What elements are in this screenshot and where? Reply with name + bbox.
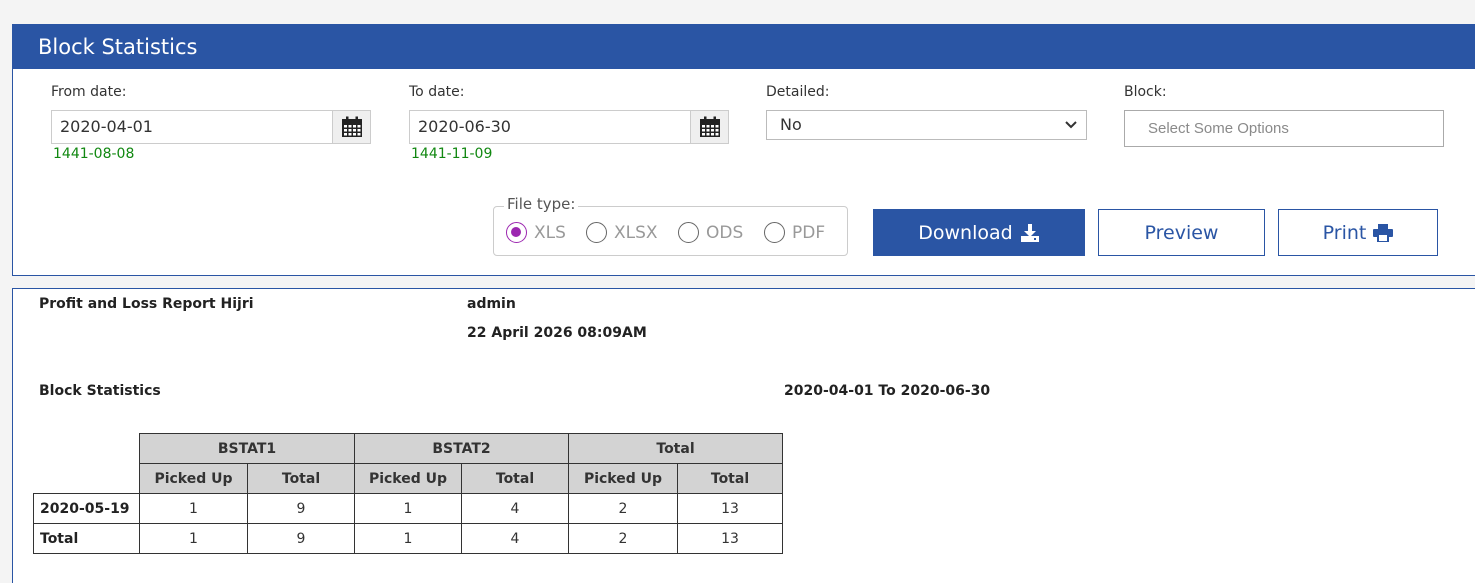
table-subheader: Total [461, 463, 569, 494]
to-date-input[interactable]: 2020-06-30 [409, 110, 729, 144]
table-cell: 2 [568, 493, 678, 524]
download-label: Download [918, 221, 1013, 244]
calendar-icon [699, 116, 720, 137]
block-label: Block: [1124, 84, 1167, 100]
file-type-ods-label: ODS [706, 222, 744, 243]
table-subheader: Total [677, 463, 783, 494]
report-generated-at: 22 April 2026 08:09AM [467, 325, 647, 341]
table-subheader: Total [247, 463, 355, 494]
print-label: Print [1322, 221, 1367, 244]
to-date-value: 2020-06-30 [418, 117, 511, 136]
filter-panel: Block Statistics From date: 2020-04-01 1… [12, 24, 1475, 276]
from-date-calendar-button[interactable] [332, 111, 370, 143]
radio-unchecked-icon [764, 222, 785, 243]
table-row-label: Total [33, 523, 140, 554]
report-date-range: 2020-04-01 To 2020-06-30 [784, 383, 991, 399]
table-cell: 2 [568, 523, 678, 554]
radio-unchecked-icon [678, 222, 699, 243]
chevron-down-icon [1065, 121, 1077, 129]
printer-icon [1373, 223, 1394, 242]
to-date-label: To date: [409, 84, 465, 100]
table-cell: 1 [354, 493, 462, 524]
table-group-header-row: BSTAT1 BSTAT2 Total [33, 433, 783, 464]
table-row-label: 2020-05-19 [33, 493, 140, 524]
report-name: Profit and Loss Report Hijri [39, 296, 254, 312]
to-date-calendar-button[interactable] [690, 111, 728, 143]
from-date-hijri: 1441-08-08 [53, 146, 135, 162]
table-cell: 9 [247, 523, 355, 554]
table-total-row: Total 1 9 1 4 2 13 [33, 523, 783, 554]
table-subheader: Picked Up [568, 463, 678, 494]
detailed-label: Detailed: [766, 84, 830, 100]
block-placeholder: Select Some Options [1148, 120, 1289, 137]
detailed-value: No [780, 115, 802, 134]
file-type-pdf-radio[interactable]: PDF [764, 222, 825, 243]
preview-label: Preview [1144, 221, 1219, 244]
calendar-icon [341, 116, 362, 137]
table-cell: 13 [677, 523, 783, 554]
preview-button[interactable]: Preview [1098, 209, 1265, 256]
table-row: 2020-05-19 1 9 1 4 2 13 [33, 493, 783, 524]
file-type-ods-radio[interactable]: ODS [678, 222, 743, 243]
table-subheader-row: Picked Up Total Picked Up Total Picked U… [33, 463, 783, 494]
table-cell: 13 [677, 493, 783, 524]
table-cell: 9 [247, 493, 355, 524]
from-date-value: 2020-04-01 [60, 117, 153, 136]
from-date-input[interactable]: 2020-04-01 [51, 110, 371, 144]
file-type-pdf-label: PDF [792, 222, 826, 243]
table-cell: 1 [139, 493, 248, 524]
file-type-legend: File type: [504, 195, 579, 213]
to-date-hijri: 1441-11-09 [411, 146, 493, 162]
file-type-xlsx-label: XLSX [614, 222, 658, 243]
radio-checked-icon [506, 222, 527, 243]
file-type-group: File type: XLS XLSX ODS PDF [493, 195, 848, 256]
table-subheader: Picked Up [139, 463, 248, 494]
from-date-label: From date: [51, 84, 127, 100]
block-statistics-table: BSTAT1 BSTAT2 Total Picked Up Total Pick… [33, 433, 783, 554]
file-type-xls-radio[interactable]: XLS [506, 222, 566, 243]
table-group-header: Total [568, 433, 783, 464]
table-corner [33, 463, 140, 494]
table-corner [33, 433, 140, 464]
table-cell: 4 [461, 523, 569, 554]
file-type-xls-label: XLS [534, 222, 566, 243]
download-button[interactable]: Download [873, 209, 1085, 256]
table-group-header: BSTAT1 [139, 433, 355, 464]
table-group-header: BSTAT2 [354, 433, 569, 464]
block-multiselect[interactable]: Select Some Options [1124, 110, 1444, 147]
table-cell: 4 [461, 493, 569, 524]
table-cell: 1 [354, 523, 462, 554]
report-section-title: Block Statistics [39, 383, 161, 399]
panel-title: Block Statistics [13, 25, 1475, 69]
download-icon [1020, 223, 1039, 242]
detailed-select[interactable]: No [766, 110, 1087, 140]
table-subheader: Picked Up [354, 463, 462, 494]
table-cell: 1 [139, 523, 248, 554]
report-user: admin [467, 296, 516, 312]
report-preview: Profit and Loss Report Hijri admin 22 Ap… [12, 288, 1475, 583]
file-type-xlsx-radio[interactable]: XLSX [586, 222, 658, 243]
radio-unchecked-icon [586, 222, 607, 243]
print-button[interactable]: Print [1278, 209, 1438, 256]
